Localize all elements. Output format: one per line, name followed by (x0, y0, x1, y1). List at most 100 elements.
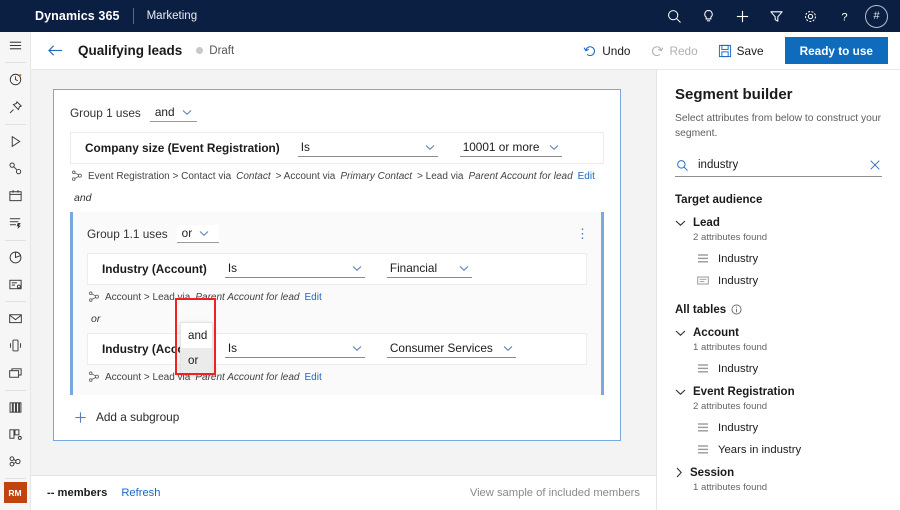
attribute-item[interactable]: Industry (697, 422, 882, 434)
attribute-item[interactable]: Industry (697, 253, 882, 265)
relationship-path-icon (71, 170, 83, 182)
left-navigation-rail: RM (0, 32, 31, 510)
redo-label: Redo (669, 44, 697, 58)
path-segment-root: Event Registration > Contact via (88, 171, 231, 182)
mobile-icon[interactable] (0, 332, 31, 359)
marketing-calendar-icon[interactable] (0, 182, 31, 209)
table-group-event-registration[interactable]: Event Registration (675, 386, 882, 398)
subgroup-label: Group 1.1 uses (87, 227, 168, 241)
save-button[interactable]: Save (709, 37, 773, 65)
attribute-item[interactable]: Industry (697, 275, 882, 287)
condition-value-select[interactable]: 10001 or more (460, 139, 563, 157)
templates-icon[interactable] (0, 421, 31, 448)
lead-scoring-icon[interactable] (0, 209, 31, 236)
clear-search-icon[interactable] (869, 159, 881, 171)
condition-attribute: Industry (Account) (102, 262, 207, 276)
rail-user-avatar[interactable]: RM (4, 482, 27, 503)
pages-icon[interactable] (0, 359, 31, 386)
svg-text:?: ? (841, 11, 847, 23)
recent-clock-icon[interactable] (0, 66, 31, 93)
add-icon[interactable] (725, 0, 759, 32)
user-avatar[interactable]: # (865, 5, 888, 28)
subgroup-1-1: Group 1.1 uses or ⋮ Industry (Account) I… (70, 212, 604, 395)
search-icon[interactable] (657, 0, 691, 32)
table-group-lead[interactable]: Lead (675, 217, 882, 229)
operator-dropdown-menu[interactable]: and or (180, 322, 213, 374)
segments-icon[interactable] (0, 155, 31, 182)
customer-journey-icon[interactable] (0, 128, 31, 155)
hamburger-menu-icon[interactable] (0, 32, 31, 59)
attribute-label: Years in industry (718, 444, 801, 456)
condition-value-select[interactable]: Financial (387, 260, 472, 278)
save-label: Save (737, 44, 764, 58)
subgroup-joiner-label: or (73, 305, 601, 333)
save-disk-icon (718, 44, 732, 58)
rail-divider (5, 124, 26, 125)
search-input[interactable]: industry (698, 159, 860, 171)
chevron-down-icon (352, 261, 362, 275)
help-icon[interactable]: ? (827, 0, 861, 32)
email-icon[interactable] (0, 305, 31, 332)
rail-divider (5, 301, 26, 302)
path-relation-2: Primary Contact (340, 171, 412, 182)
table-group-session[interactable]: Session (675, 467, 882, 479)
group-1-header: Group 1 uses and (54, 90, 620, 132)
table-name: Lead (693, 217, 720, 229)
members-count: -- members (47, 487, 107, 499)
top-nav-actions: ? # (657, 0, 900, 32)
attribute-label: Industry (718, 422, 758, 434)
table-group-account[interactable]: Account (675, 327, 882, 339)
attribute-label: Industry (718, 363, 758, 375)
path-segment-root: Account > Lead via (105, 372, 190, 383)
path-segment-3: > Lead via (417, 171, 463, 182)
attribute-label: Industry (718, 275, 758, 287)
option-set-icon (697, 253, 709, 264)
path-edit-link[interactable]: Edit (304, 372, 321, 383)
condition-operator-select[interactable]: Is (298, 139, 438, 157)
dropdown-option-and[interactable]: and (181, 323, 212, 348)
pin-icon[interactable] (0, 93, 31, 120)
relationship-path: Account > Lead via Parent Account for le… (73, 285, 601, 305)
view-sample-link[interactable]: View sample of included members (470, 487, 640, 499)
condition-value-select[interactable]: Consumer Services (387, 340, 516, 358)
filter-icon[interactable] (759, 0, 793, 32)
path-edit-link[interactable]: Edit (304, 292, 321, 303)
group-1-label: Group 1 uses (70, 106, 141, 120)
condition-row: Company size (Event Registration) Is 100… (70, 132, 604, 164)
add-subgroup-button[interactable]: Add a subgroup (54, 395, 620, 440)
group-1-operator-value: and (155, 105, 175, 119)
subgroup-more-options-icon[interactable]: ⋮ (576, 230, 589, 238)
undo-button[interactable]: Undo (574, 37, 639, 65)
info-icon[interactable] (731, 304, 742, 315)
condition-operator-value: Is (301, 140, 310, 154)
attribute-label: Industry (718, 253, 758, 265)
group-1-operator-select[interactable]: and (150, 104, 197, 122)
attribute-item[interactable]: Years in industry (697, 444, 882, 456)
chevron-down-icon (549, 140, 559, 154)
settings-nodes-icon[interactable] (0, 448, 31, 475)
rail-divider (5, 240, 26, 241)
ready-to-use-button[interactable]: Ready to use (785, 37, 888, 64)
condition-attribute: Company size (Event Registration) (85, 141, 280, 155)
attribute-search-box[interactable]: industry (675, 156, 882, 177)
analytics-icon[interactable] (0, 243, 31, 270)
forms-icon[interactable] (0, 271, 31, 298)
lightbulb-icon[interactable] (691, 0, 725, 32)
refresh-link[interactable]: Refresh (121, 487, 160, 499)
redo-button[interactable]: Redo (641, 37, 706, 65)
attribute-count: 1 attributes found (693, 482, 882, 493)
chevron-down-icon (675, 388, 686, 396)
path-relation-1: Contact (236, 171, 270, 182)
condition-operator-select[interactable]: Is (225, 340, 365, 358)
table-name: Session (690, 467, 734, 479)
attribute-item[interactable]: Industry (697, 363, 882, 375)
dropdown-option-or[interactable]: or (181, 348, 212, 373)
subgroup-operator-select[interactable]: or (177, 225, 219, 243)
path-edit-link[interactable]: Edit (578, 171, 595, 182)
condition-operator-select[interactable]: Is (225, 260, 365, 278)
group-1-card: Group 1 uses and Company size (Event Reg… (53, 89, 621, 441)
status-label: Draft (209, 45, 234, 57)
library-icon[interactable] (0, 394, 31, 421)
back-arrow-icon[interactable] (47, 43, 64, 58)
settings-gear-icon[interactable] (793, 0, 827, 32)
